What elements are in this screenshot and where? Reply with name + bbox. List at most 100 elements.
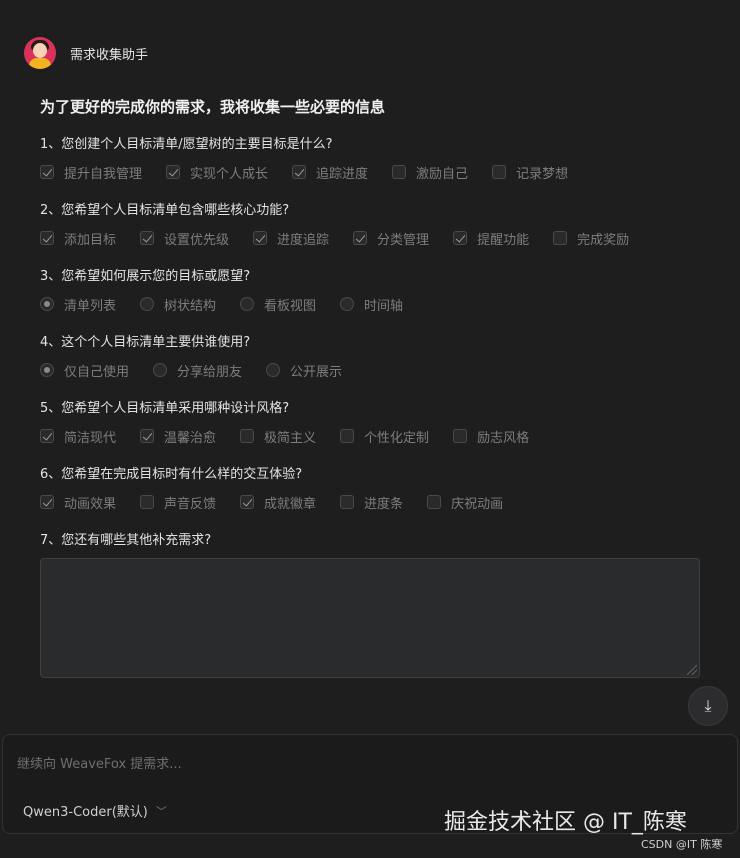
checkbox-option[interactable]: 动画效果 <box>40 493 116 512</box>
checkbox-option[interactable]: 简洁现代 <box>40 427 116 446</box>
radio-button[interactable] <box>40 363 54 377</box>
radio-button[interactable] <box>140 297 155 311</box>
option-label: 进度追踪 <box>277 232 330 248</box>
checkbox[interactable] <box>40 495 54 509</box>
supplementary-requirements-textarea[interactable] <box>40 558 700 678</box>
radio-button[interactable] <box>266 363 281 377</box>
checkbox-option[interactable]: 声音反馈 <box>140 493 216 512</box>
radio-option[interactable]: 看板视图 <box>240 295 316 314</box>
option-label: 提醒功能 <box>477 232 530 248</box>
radio-option[interactable]: 公开展示 <box>266 361 342 380</box>
prompt-input[interactable]: 继续向 WeaveFox 提需求... <box>17 753 182 772</box>
radio-option[interactable]: 分享给朋友 <box>153 361 242 380</box>
option-label: 设置优先级 <box>164 232 230 248</box>
option-label: 时间轴 <box>364 298 404 314</box>
radio-option[interactable]: 仅自己使用 <box>40 361 129 380</box>
option-group: 动画效果 声音反馈 成就徽章 进度条 庆祝动画 <box>40 491 700 513</box>
question-label: 6、您希望在完成目标时有什么样的交互体验? <box>40 467 303 482</box>
question-label: 4、这个个人目标清单主要供谁使用? <box>40 335 251 350</box>
checkbox-option[interactable]: 添加目标 <box>40 229 116 248</box>
assistant-header: 需求收集助手 <box>24 36 148 70</box>
checkbox[interactable] <box>453 429 468 443</box>
assistant-name: 需求收集助手 <box>70 47 149 63</box>
assistant-avatar <box>24 37 56 69</box>
radio-button[interactable] <box>40 297 54 311</box>
option-label: 激励自己 <box>416 166 469 182</box>
option-group: 简洁现代 温馨治愈 极简主义 个性化定制 励志风格 <box>40 425 700 447</box>
checkbox-option[interactable]: 激励自己 <box>392 163 468 182</box>
option-group: 清单列表 树状结构 看板视图 时间轴 <box>40 293 700 315</box>
checkbox[interactable] <box>140 429 155 443</box>
checkbox-option[interactable]: 励志风格 <box>453 427 529 446</box>
option-label: 公开展示 <box>290 364 343 380</box>
option-label: 树状结构 <box>164 298 217 314</box>
option-label: 添加目标 <box>64 232 117 248</box>
option-label: 励志风格 <box>477 430 530 446</box>
model-name: Qwen3-Coder(默认) <box>23 805 148 820</box>
checkbox[interactable] <box>140 495 155 509</box>
option-label: 完成奖励 <box>577 232 630 248</box>
radio-option[interactable]: 清单列表 <box>40 295 116 314</box>
checkbox-option[interactable]: 分类管理 <box>353 229 429 248</box>
checkbox[interactable] <box>453 231 468 245</box>
checkbox-option[interactable]: 提醒功能 <box>453 229 529 248</box>
checkbox[interactable] <box>553 231 568 245</box>
option-label: 实现个人成长 <box>190 166 269 182</box>
option-label: 简洁现代 <box>64 430 117 446</box>
chevron-down-icon: ﹀ <box>155 804 167 818</box>
checkbox[interactable] <box>240 495 255 509</box>
checkbox-option[interactable]: 进度追踪 <box>253 229 329 248</box>
checkbox-option[interactable]: 温馨治愈 <box>140 427 216 446</box>
checkbox[interactable] <box>340 429 355 443</box>
checkbox[interactable] <box>353 231 368 245</box>
checkbox[interactable] <box>40 231 54 245</box>
checkbox-option[interactable]: 设置优先级 <box>140 229 229 248</box>
option-label: 分享给朋友 <box>177 364 243 380</box>
checkbox-option[interactable]: 记录梦想 <box>492 163 568 182</box>
option-group: 仅自己使用 分享给朋友 公开展示 <box>40 359 700 381</box>
option-label: 进度条 <box>364 496 404 512</box>
radio-button[interactable] <box>153 363 168 377</box>
option-label: 庆祝动画 <box>451 496 504 512</box>
checkbox[interactable] <box>40 429 54 443</box>
radio-option[interactable]: 时间轴 <box>340 295 403 314</box>
question-label: 7、您还有哪些其他补充需求? <box>40 533 212 548</box>
checkbox-option[interactable]: 追踪进度 <box>292 163 368 182</box>
question-label: 1、您创建个人目标清单/愿望树的主要目标是什么? <box>40 137 333 152</box>
checkbox[interactable] <box>427 495 442 509</box>
radio-option[interactable]: 树状结构 <box>140 295 216 314</box>
resize-grip-icon[interactable] <box>687 665 697 675</box>
checkbox-option[interactable]: 提升自我管理 <box>40 163 142 182</box>
credit: CSDN @IT 陈寒 <box>641 838 723 851</box>
checkbox[interactable] <box>166 165 181 179</box>
checkbox[interactable] <box>340 495 355 509</box>
checkbox[interactable] <box>140 231 155 245</box>
option-label: 看板视图 <box>264 298 317 314</box>
scroll-to-bottom-button[interactable]: ⤓ <box>688 686 728 726</box>
checkbox-option[interactable]: 完成奖励 <box>553 229 629 248</box>
option-label: 成就徽章 <box>264 496 317 512</box>
checkbox[interactable] <box>492 165 507 179</box>
option-label: 动画效果 <box>64 496 117 512</box>
option-label: 清单列表 <box>64 298 117 314</box>
checkbox[interactable] <box>392 165 407 179</box>
radio-button[interactable] <box>240 297 255 311</box>
checkbox-option[interactable]: 庆祝动画 <box>427 493 503 512</box>
checkbox-option[interactable]: 进度条 <box>340 493 403 512</box>
checkbox[interactable] <box>240 429 255 443</box>
radio-button[interactable] <box>340 297 355 311</box>
checkbox[interactable] <box>292 165 307 179</box>
model-selector[interactable]: Qwen3-Coder(默认) ﹀ <box>23 801 167 821</box>
question-label: 5、您希望个人目标清单采用哪种设计风格? <box>40 401 290 416</box>
option-label: 个性化定制 <box>364 430 430 446</box>
checkbox[interactable] <box>253 231 268 245</box>
checkbox-option[interactable]: 实现个人成长 <box>166 163 268 182</box>
checkbox-option[interactable]: 成就徽章 <box>240 493 316 512</box>
question-label: 3、您希望如何展示您的目标或愿望? <box>40 269 251 284</box>
checkbox-option[interactable]: 个性化定制 <box>340 427 429 446</box>
option-label: 声音反馈 <box>164 496 217 512</box>
question-list: 1、您创建个人目标清单/愿望树的主要目标是什么? 提升自我管理 实现个人成长 追踪进度… <box>40 135 700 551</box>
checkbox-option[interactable]: 极简主义 <box>240 427 316 446</box>
option-label: 记录梦想 <box>516 166 569 182</box>
checkbox[interactable] <box>40 165 54 179</box>
